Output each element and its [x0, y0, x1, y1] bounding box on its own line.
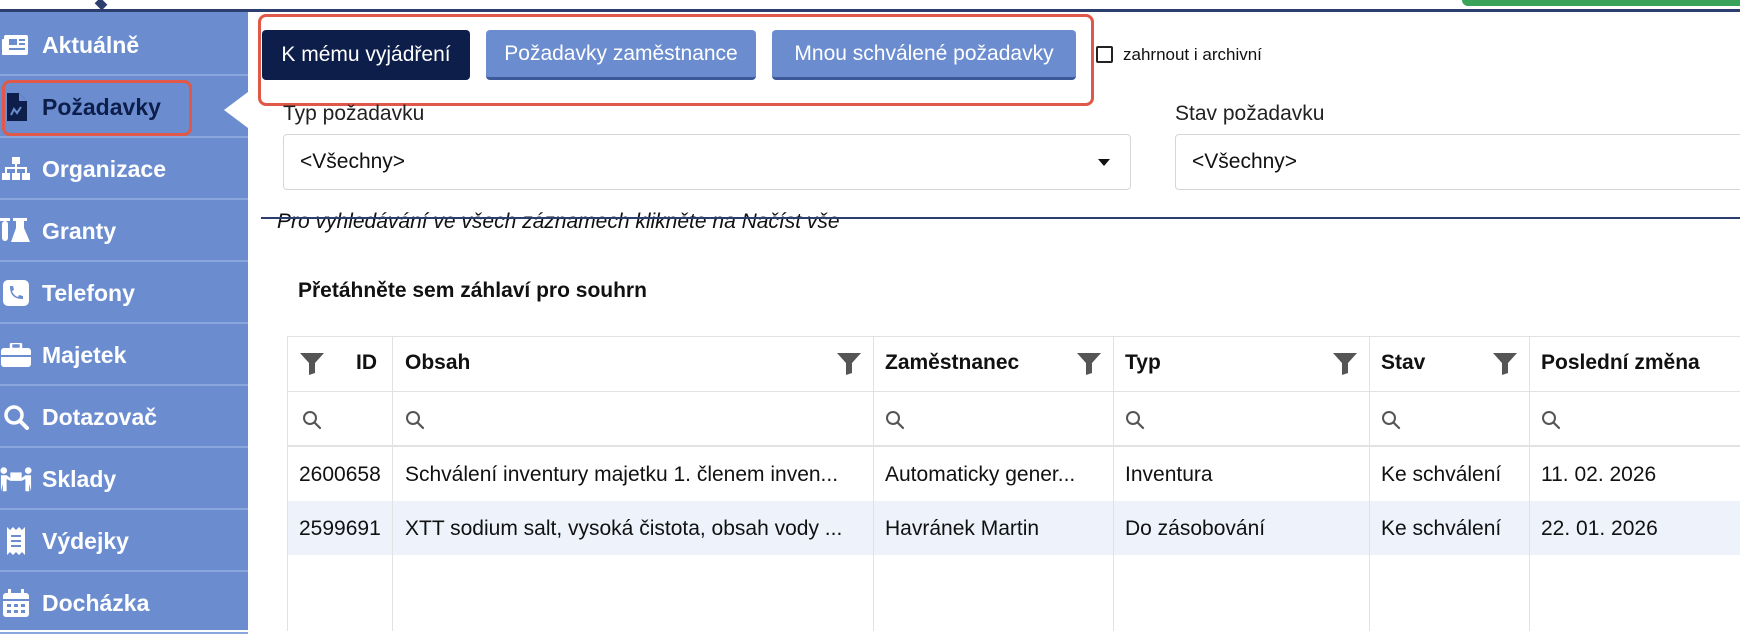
header-zamestnanec[interactable]: Zaměstnanec: [885, 351, 1019, 375]
include-archive-label: zahrnout i archivní: [1123, 45, 1262, 64]
chevron-down-icon: [1098, 159, 1110, 166]
cell-typ: Inventura: [1125, 463, 1213, 486]
sidebar-item-majetek[interactable]: Majetek: [0, 326, 248, 386]
divider: [261, 217, 1740, 219]
sidebar-item-organizace[interactable]: Organizace: [0, 140, 248, 200]
filter-icon[interactable]: [837, 353, 861, 375]
sidebar-item-vydejky[interactable]: Výdejky: [0, 512, 248, 572]
my-opinion-button[interactable]: K mému vyjádření: [262, 30, 470, 80]
active-item-notch: [224, 92, 248, 128]
sidebar-item-label: Sklady: [42, 465, 117, 492]
cell-id: 2599691: [299, 517, 381, 540]
header-stav[interactable]: Stav: [1381, 351, 1425, 375]
request-type-value: <Všechny>: [300, 150, 406, 173]
sidebar-item-sklady[interactable]: Sklady: [0, 450, 248, 510]
cell-zamestnanec: Automaticky gener...: [885, 463, 1076, 486]
cell-typ: Do zásobování: [1125, 517, 1266, 540]
cell-posledni-zmena: 22. 01. 2026: [1541, 517, 1658, 540]
request-state-label: Stav požadavku: [1175, 102, 1325, 125]
requests-table: ID Obsah Zaměstnanec Typ Stav Poslední z…: [287, 336, 1740, 631]
filter-icon[interactable]: [300, 353, 324, 375]
sidebar-item-label: Dotazovač: [42, 403, 158, 430]
calendar-icon: [0, 589, 32, 617]
header-posledni-zmena[interactable]: Poslední změna: [1541, 351, 1700, 375]
load-all-hint: Pro vyhledávání ve všech záznamech klikn…: [277, 210, 840, 233]
filter-icon[interactable]: [1077, 353, 1101, 375]
sidebar-item-dotazovac[interactable]: Dotazovač: [0, 388, 248, 448]
phone-icon: [0, 279, 32, 307]
include-archive-checkbox[interactable]: [1096, 46, 1113, 63]
header-id[interactable]: ID: [356, 351, 377, 375]
top-bar-status-indicator: [1462, 0, 1740, 6]
search-icon[interactable]: [302, 410, 322, 430]
group-by-drop-area[interactable]: Přetáhněte sem záhlaví pro souhrn: [298, 279, 647, 303]
top-bar-line: [0, 9, 1740, 12]
sidebar-item-label: Aktuálně: [42, 31, 140, 58]
request-state-select[interactable]: <Všechny>: [1175, 134, 1740, 190]
search-icon[interactable]: [1541, 410, 1561, 430]
approved-by-me-button[interactable]: Mnou schválené požadavky: [772, 30, 1076, 80]
search-icon[interactable]: [1381, 410, 1401, 430]
newspaper-icon: [0, 31, 32, 59]
header-obsah[interactable]: Obsah: [405, 351, 470, 375]
receipt-icon: [0, 527, 32, 555]
sidebar-item-dochazka[interactable]: Docházka: [0, 574, 248, 634]
search-icon[interactable]: [1125, 410, 1145, 430]
cell-stav: Ke schválení: [1381, 463, 1502, 486]
sidebar-item-aktualne[interactable]: Aktuálně: [0, 16, 248, 76]
search-icon: [0, 403, 32, 431]
header-typ[interactable]: Typ: [1125, 351, 1161, 375]
briefcase-icon: [0, 341, 32, 369]
cell-id: 2600658: [299, 463, 381, 486]
sidebar-item-label: Majetek: [42, 341, 127, 368]
filter-icon[interactable]: [1493, 353, 1517, 375]
cell-stav: Ke schválení: [1381, 517, 1502, 540]
request-type-select[interactable]: <Všechny>: [283, 134, 1131, 190]
active-item-highlight: [2, 80, 192, 136]
sidebar-item-label: Granty: [42, 217, 117, 244]
sidebar-item-label: Docházka: [42, 589, 150, 616]
sidebar-item-granty[interactable]: Granty: [0, 202, 248, 262]
sidebar-item-label: Výdejky: [42, 527, 129, 554]
cell-zamestnanec: Havránek Martin: [885, 517, 1040, 540]
filter-icon[interactable]: [1333, 353, 1357, 375]
request-type-label: Typ požadavku: [283, 102, 425, 125]
top-bar: [0, 0, 1740, 12]
cell-obsah: Schválení inventury majetku 1. členem in…: [405, 463, 839, 486]
search-icon[interactable]: [405, 410, 425, 430]
employee-requests-button[interactable]: Požadavky zaměstnance: [486, 30, 756, 80]
flask-icon: [0, 217, 32, 245]
cell-obsah: XTT sodium salt, vysoká čistota, obsah v…: [405, 517, 843, 540]
sidebar-item-label: Organizace: [42, 155, 166, 182]
sidebar-item-label: Telefony: [42, 279, 135, 306]
sidebar-item-telefony[interactable]: Telefony: [0, 264, 248, 324]
search-icon[interactable]: [885, 410, 905, 430]
cell-posledni-zmena: 11. 02. 2026: [1541, 463, 1657, 486]
people-carry-icon: [0, 465, 32, 493]
request-state-value: <Všechny>: [1192, 150, 1298, 173]
org-chart-icon: [0, 155, 32, 183]
